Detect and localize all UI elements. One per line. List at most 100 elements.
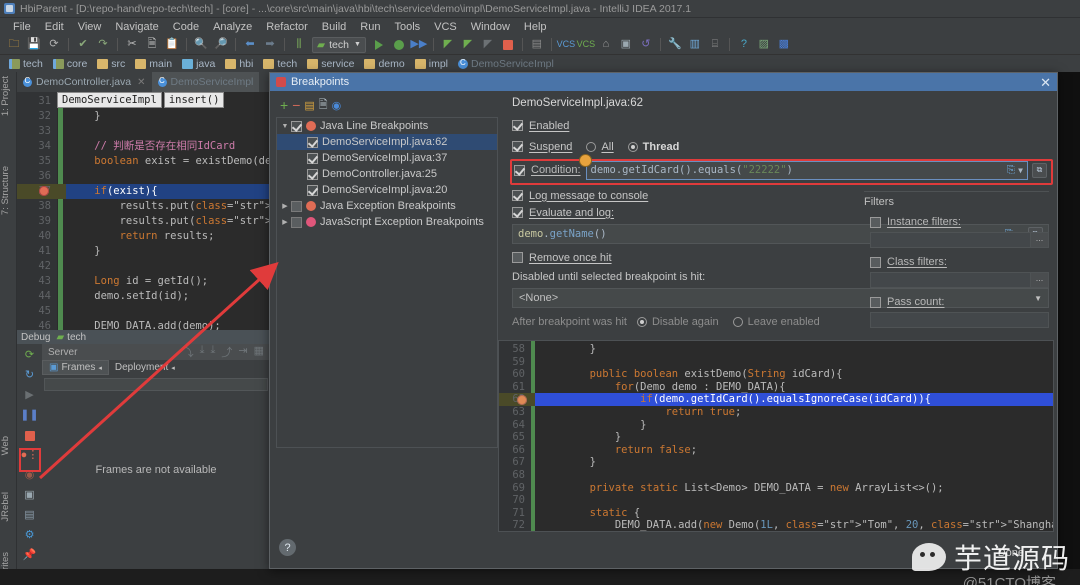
menu-item-run[interactable]: Run	[353, 21, 387, 33]
server-tab-label[interactable]: Server	[42, 347, 83, 358]
chevron-down-icon[interactable]: ▼	[279, 123, 291, 130]
tree-item-checkbox[interactable]	[291, 200, 302, 212]
evaluate-icon[interactable]: ▦	[254, 344, 264, 360]
breadcrumb-item-service[interactable]: service	[302, 56, 359, 71]
suspend-row[interactable]: Suspend All Thread	[512, 138, 1051, 155]
menu-item-refactor[interactable]: Refactor	[259, 21, 315, 33]
evaluate-checkbox[interactable]	[512, 207, 523, 218]
intention-bulb-icon[interactable]	[579, 154, 591, 166]
tab-demoserviceimpl[interactable]: DemoServiceImpl	[151, 72, 260, 92]
tree-item-checkbox[interactable]	[291, 120, 302, 132]
breadcrumb-item-tech[interactable]: tech	[258, 56, 302, 71]
copy-icon[interactable]: 🗎	[143, 36, 161, 53]
idea-icon[interactable]: ▩	[775, 36, 793, 53]
sidebar-item-structure[interactable]: 7: Structure	[0, 164, 17, 217]
tree-item-checkbox[interactable]	[307, 184, 318, 196]
menu-item-view[interactable]: View	[71, 21, 109, 33]
menu-item-file[interactable]: File	[6, 21, 38, 33]
close-icon[interactable]: ✕	[1040, 76, 1051, 89]
run-to-cursor-icon[interactable]: ⇥	[238, 344, 247, 360]
chevron-right-icon[interactable]: ▶	[279, 202, 291, 210]
instance-filters-checkbox[interactable]	[870, 216, 881, 228]
breadcrumb-item-tech[interactable]: tech	[4, 56, 48, 71]
condition-checkbox[interactable]	[514, 164, 525, 176]
settings-icon[interactable]: ▣	[21, 487, 38, 504]
breakpoint-code-preview[interactable]: 58 } 59 60 public boolean existDemo(String…	[498, 340, 1054, 532]
remove-once-hit-checkbox[interactable]	[512, 252, 523, 263]
stop-icon[interactable]	[499, 36, 517, 53]
paste-icon[interactable]: 📋	[163, 36, 181, 53]
close-icon[interactable]: ✕	[137, 77, 145, 88]
tree-item[interactable]: ▼ Java Line Breakpoints	[277, 118, 497, 134]
step-over-icon[interactable]: ⤵	[183, 344, 194, 360]
after-hit-disable-radio[interactable]	[636, 317, 647, 327]
tab-deployment[interactable]: Deployment ◂	[109, 361, 181, 374]
instance-filters-input[interactable]: ...	[870, 232, 1049, 248]
instance-filters-row[interactable]: Instance filters:	[870, 214, 1049, 230]
menu-item-build[interactable]: Build	[315, 21, 353, 33]
run-configuration-selector[interactable]: ▰ tech ▼	[312, 36, 366, 53]
remove-breakpoint-icon[interactable]: −	[292, 97, 300, 113]
jrebel-icon[interactable]: ▨	[755, 36, 773, 53]
class-filters-input[interactable]: ...	[870, 272, 1049, 288]
chevron-right-icon[interactable]: ▶	[279, 218, 291, 226]
vcs-rollback-icon[interactable]: ↺	[637, 36, 655, 53]
help-icon[interactable]: ?	[735, 36, 753, 53]
stop-icon[interactable]	[21, 427, 38, 444]
run-icon[interactable]	[370, 36, 388, 53]
tomcat-run-icon[interactable]: ◤	[439, 36, 457, 53]
step-into-icon[interactable]: ⤓	[200, 344, 205, 360]
restart-icon[interactable]: ↻	[21, 367, 38, 384]
breakpoint-marker[interactable]	[39, 186, 49, 196]
tomcat-stop-icon[interactable]: ◤	[479, 36, 497, 53]
menu-item-code[interactable]: Code	[166, 21, 206, 33]
redo-arrow-icon[interactable]: ↷	[94, 36, 112, 53]
breadcrumb-item-main[interactable]: main	[130, 56, 177, 71]
layout-icon[interactable]: ▤	[21, 507, 38, 524]
instance-filters-browse-button[interactable]: ...	[1030, 233, 1048, 247]
chevron-down-icon[interactable]: ▼	[1018, 166, 1023, 175]
step-out-icon[interactable]: ⤴	[221, 344, 232, 360]
resume-icon[interactable]: ▶	[21, 387, 38, 404]
sidebar-item-web[interactable]: Web	[0, 434, 17, 457]
compile-icon[interactable]: ⫼	[290, 36, 308, 53]
force-step-into-icon[interactable]: ⤓	[211, 344, 216, 360]
add-breakpoint-icon[interactable]: +	[280, 97, 288, 113]
save-all-icon[interactable]: 💾	[25, 36, 43, 53]
menu-item-navigate[interactable]: Navigate	[108, 21, 165, 33]
enabled-checkbox[interactable]	[512, 120, 523, 131]
class-filters-row[interactable]: Class filters:	[870, 254, 1049, 270]
class-filters-checkbox[interactable]	[870, 256, 881, 268]
menu-item-edit[interactable]: Edit	[38, 21, 71, 33]
tree-item[interactable]: DemoServiceImpl.java:37	[277, 150, 497, 166]
forward-arrow-icon[interactable]: ➡	[261, 36, 279, 53]
frames-dropdown[interactable]	[44, 378, 268, 391]
menu-item-help[interactable]: Help	[517, 21, 554, 33]
sync-icon[interactable]: ⟳	[45, 36, 63, 53]
suspend-checkbox[interactable]	[512, 141, 523, 152]
log-message-checkbox[interactable]	[512, 190, 523, 201]
copy-breakpoint-icon[interactable]: 🗎	[319, 96, 328, 115]
tree-item[interactable]: DemoController.java:25	[277, 166, 497, 182]
breakpoints-tree[interactable]: ▼ Java Line Breakpoints DemoServiceImpl.ja…	[276, 117, 498, 448]
tab-democontroller[interactable]: DemoController.java ✕	[17, 72, 152, 92]
pass-count-checkbox[interactable]	[870, 296, 881, 308]
tree-item-checkbox[interactable]	[291, 216, 302, 228]
help-button[interactable]: ?	[279, 539, 296, 556]
breadcrumb-item-impl[interactable]: impl	[410, 56, 453, 71]
tree-item[interactable]: ▶ Java Exception Breakpoints	[277, 198, 497, 214]
preview-breakpoint-marker[interactable]	[517, 394, 527, 405]
pause-icon[interactable]: ❚❚	[20, 407, 38, 424]
suspend-all-radio[interactable]	[586, 141, 597, 152]
vcs-commit-icon[interactable]: VCS	[577, 36, 596, 53]
tab-frames[interactable]: ▣ Frames ◂	[42, 360, 109, 375]
enabled-row[interactable]: Enabled	[512, 117, 1051, 134]
tree-item[interactable]: ▶ JavaScript Exception Breakpoints	[277, 214, 497, 230]
pass-count-input[interactable]	[870, 312, 1049, 328]
vcs-history-icon[interactable]: ⌂	[597, 36, 615, 53]
breadcrumb-item-core[interactable]: core	[48, 56, 92, 71]
vcs-diff-icon[interactable]: ▣	[617, 36, 635, 53]
class-filters-browse-button[interactable]: ...	[1030, 273, 1048, 287]
menu-item-analyze[interactable]: Analyze	[206, 21, 259, 33]
code-editor[interactable]: 31 return results; 32 } 33 34 // 判断是否存在相同Id…	[17, 92, 270, 334]
